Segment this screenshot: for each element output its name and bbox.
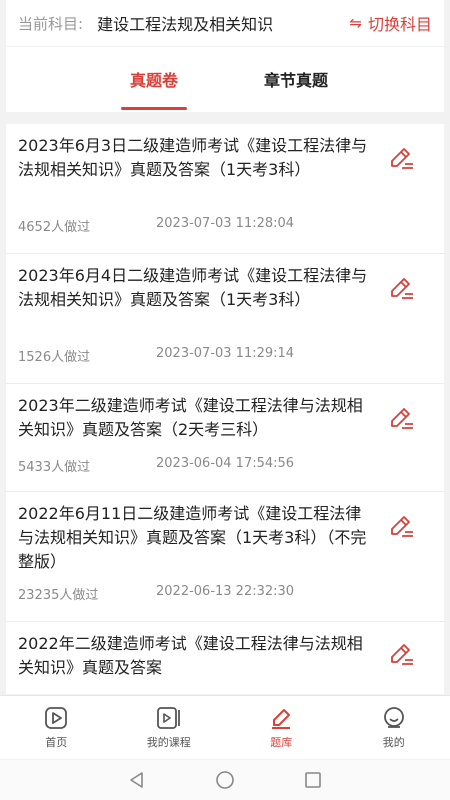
edit-icon[interactable] bbox=[386, 404, 416, 434]
item-done-count: 23235人做过 bbox=[18, 588, 99, 603]
back-icon[interactable] bbox=[127, 770, 147, 790]
switch-subject-button[interactable]: ⇋ 切换科目 bbox=[349, 11, 432, 35]
item-title: 2023年6月4日二级建造师考试《建设工程法律与法规相关知识》真题及答案（1天考… bbox=[18, 266, 368, 309]
edit-icon[interactable] bbox=[386, 640, 416, 670]
nav-my-courses[interactable]: 我的课程 bbox=[113, 696, 226, 759]
system-nav-bar bbox=[0, 760, 450, 800]
list-item[interactable]: 2022年二级建造师考试《建设工程法律与法规相关知识》真题及答案 bbox=[6, 622, 444, 694]
edit-icon[interactable] bbox=[386, 512, 416, 542]
profile-icon bbox=[383, 707, 404, 728]
item-done-count: 1526人做过 bbox=[18, 350, 91, 365]
item-done-count: 4652人做过 bbox=[18, 220, 91, 235]
item-title: 2022年二级建造师考试《建设工程法律与法规相关知识》真题及答案 bbox=[18, 634, 363, 677]
edit-icon[interactable] bbox=[386, 274, 416, 304]
item-meta: 5433人做过 2023-06-04 17:54:56 bbox=[18, 456, 294, 475]
tab-exam-papers[interactable]: 真题卷 bbox=[119, 47, 189, 112]
nav-home-label: 首页 bbox=[45, 736, 68, 749]
home-circle-icon[interactable] bbox=[215, 770, 235, 790]
item-done-count: 5433人做过 bbox=[18, 460, 91, 475]
item-timestamp: 2023-06-04 17:54:56 bbox=[156, 456, 295, 471]
switch-subject-label: 切换科目 bbox=[367, 15, 432, 34]
bottom-nav: 首页 我的课程 题库 我的 bbox=[0, 695, 450, 759]
subject-name: 建设工程法规及相关知识 bbox=[97, 15, 274, 34]
item-meta: 23235人做过 2022-06-13 22:32:30 bbox=[18, 584, 294, 603]
nav-home[interactable]: 首页 bbox=[0, 696, 113, 759]
item-title: 2022年6月11日二级建造师考试《建设工程法律与法规相关知识》真题及答案（1天… bbox=[18, 504, 367, 571]
nav-profile[interactable]: 我的 bbox=[338, 696, 450, 759]
item-timestamp: 2023-07-03 11:29:14 bbox=[156, 346, 295, 361]
tab-chapter-questions[interactable]: 章节真题 bbox=[261, 47, 331, 112]
item-timestamp: 2023-07-03 11:28:04 bbox=[156, 216, 295, 231]
nav-question-bank-label: 题库 bbox=[270, 736, 293, 749]
edit-icon[interactable] bbox=[386, 144, 416, 174]
item-title: 2023年二级建造师考试《建设工程法律与法规相关知识》真题及答案（2天考三科） bbox=[18, 396, 363, 439]
list-item[interactable]: 2022年6月11日二级建造师考试《建设工程法律与法规相关知识》真题及答案（1天… bbox=[6, 492, 444, 622]
subject-label: 当前科目: bbox=[18, 14, 84, 33]
subject-bar: 当前科目: 建设工程法规及相关知识 ⇋ 切换科目 bbox=[6, 0, 444, 46]
item-timestamp: 2022-06-13 22:32:30 bbox=[156, 584, 295, 599]
nav-profile-label: 我的 bbox=[382, 736, 405, 749]
list-item[interactable]: 2023年6月4日二级建造师考试《建设工程法律与法规相关知识》真题及答案（1天考… bbox=[6, 254, 444, 384]
recent-apps-icon[interactable] bbox=[303, 770, 323, 790]
course-icon bbox=[156, 707, 180, 729]
nav-my-courses-label: 我的课程 bbox=[146, 736, 191, 749]
list-item[interactable]: 2023年6月3日二级建造师考试《建设工程法律与法规相关知识》真题及答案（1天考… bbox=[6, 124, 444, 254]
question-bank-icon bbox=[272, 709, 291, 729]
item-meta: 4652人做过 2023-07-03 11:28:04 bbox=[18, 216, 294, 235]
item-title: 2023年6月3日二级建造师考试《建设工程法律与法规相关知识》真题及答案（1天考… bbox=[18, 136, 368, 179]
swap-icon: ⇋ bbox=[349, 14, 362, 32]
item-meta: 1526人做过 2023-07-03 11:29:14 bbox=[18, 346, 294, 365]
nav-question-bank[interactable]: 题库 bbox=[225, 696, 338, 759]
list-item[interactable]: 2023年二级建造师考试《建设工程法律与法规相关知识》真题及答案（2天考三科） … bbox=[6, 384, 444, 492]
tab-bar: 真题卷 章节真题 bbox=[6, 47, 444, 112]
exam-list: 2023年6月3日二级建造师考试《建设工程法律与法规相关知识》真题及答案（1天考… bbox=[6, 124, 444, 694]
home-icon bbox=[45, 707, 68, 729]
